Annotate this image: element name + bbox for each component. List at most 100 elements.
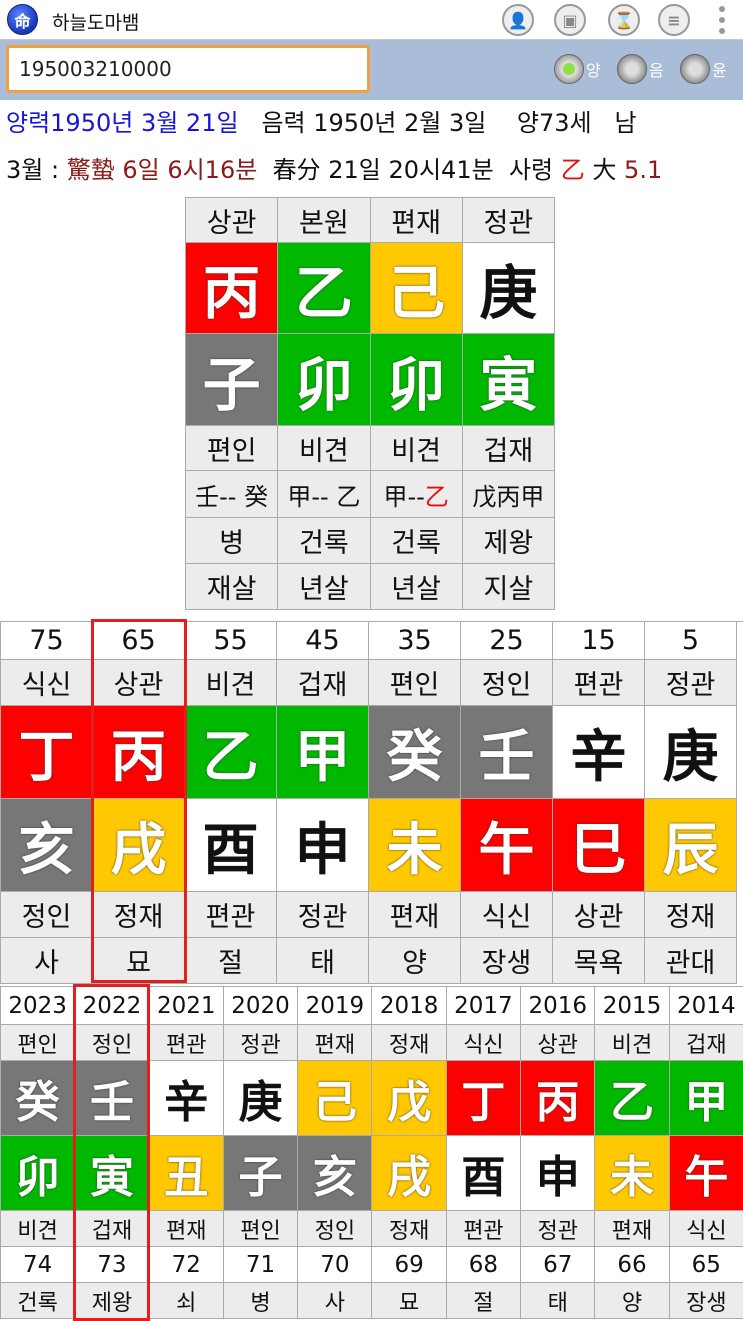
radio-solar[interactable]: 양 bbox=[554, 54, 601, 84]
sewoon-years-0[interactable]: 2023 bbox=[1, 987, 76, 1025]
sewoon-stems-1[interactable]: 壬 bbox=[75, 1061, 150, 1136]
sewoon-branches-3[interactable]: 子 bbox=[223, 1136, 299, 1211]
sewoon-bottom_labels-6: 편관 bbox=[446, 1211, 522, 1247]
saju-branches-0[interactable]: 子 bbox=[186, 334, 279, 426]
sewoon-branches-2-text: 丑 bbox=[164, 1152, 209, 1203]
daewoon-stages-4: 양 bbox=[369, 938, 461, 984]
daewoon-stems-1[interactable]: 丙 bbox=[93, 706, 185, 799]
sewoon-ages-2-text: 72 bbox=[171, 1251, 201, 1278]
radio-lunar[interactable]: 음 bbox=[617, 54, 664, 84]
sewoon-branches-6[interactable]: 酉 bbox=[446, 1136, 522, 1211]
sewoon-branches-4[interactable]: 亥 bbox=[298, 1136, 373, 1211]
sewoon-stems-5[interactable]: 戊 bbox=[372, 1061, 447, 1136]
daewoon-stems-7[interactable]: 庚 bbox=[645, 706, 737, 799]
sewoon-years-1[interactable]: 2022 bbox=[75, 987, 150, 1025]
saju-branches-2-text: 卯 bbox=[387, 350, 446, 419]
more-vert-icon[interactable] bbox=[714, 4, 730, 36]
sewoon-branches-7[interactable]: 申 bbox=[521, 1136, 596, 1211]
sewoon-stems-6[interactable]: 丁 bbox=[446, 1061, 522, 1136]
radio-leap[interactable]: 윤 bbox=[680, 54, 727, 84]
saryeong-label: 사령 bbox=[508, 156, 554, 184]
sewoon-years-5[interactable]: 2018 bbox=[372, 987, 447, 1025]
daewoon-stems-0[interactable]: 丁 bbox=[1, 706, 93, 799]
sewoon-top_labels-8-text: 비견 bbox=[611, 1032, 653, 1058]
saju-branches-1[interactable]: 卯 bbox=[278, 334, 371, 426]
daewoon-branches-5[interactable]: 午 bbox=[461, 799, 553, 892]
saju-branches-0-text: 子 bbox=[202, 350, 261, 419]
sewoon-years-7[interactable]: 2016 bbox=[521, 987, 596, 1025]
daewoon-ages-6[interactable]: 15 bbox=[553, 622, 645, 660]
sewoon-branches-8[interactable]: 未 bbox=[595, 1136, 670, 1211]
sewoon-branches-0[interactable]: 卯 bbox=[1, 1136, 76, 1211]
daewoon-branches-0[interactable]: 亥 bbox=[1, 799, 93, 892]
sewoon-top_labels-1: 정인 bbox=[75, 1025, 150, 1061]
daewoon-stems-3[interactable]: 甲 bbox=[277, 706, 369, 799]
saju-branches-3[interactable]: 寅 bbox=[462, 334, 555, 426]
daewoon-branches-6[interactable]: 巳 bbox=[553, 799, 645, 892]
sewoon-branches-1[interactable]: 寅 bbox=[75, 1136, 150, 1211]
sewoon-stages-6: 절 bbox=[446, 1283, 522, 1319]
add-person-icon[interactable]: 👤 bbox=[502, 4, 534, 36]
daewoon-branches-7[interactable]: 辰 bbox=[645, 799, 737, 892]
daewoon-stems-4[interactable]: 癸 bbox=[369, 706, 461, 799]
daewoon-branches-2[interactable]: 酉 bbox=[185, 799, 277, 892]
daewoon-branches-7-text: 辰 bbox=[662, 816, 719, 883]
sewoon-ages-0: 74 bbox=[1, 1247, 76, 1283]
sewoon-branches-9[interactable]: 午 bbox=[669, 1136, 743, 1211]
saju-branches-2[interactable]: 卯 bbox=[370, 334, 463, 426]
saju-stems-2[interactable]: 己 bbox=[370, 243, 463, 334]
daewoon-ages-0[interactable]: 75 bbox=[1, 622, 93, 660]
sewoon-years-6[interactable]: 2017 bbox=[446, 987, 522, 1025]
sewoon-stems-9[interactable]: 甲 bbox=[669, 1061, 743, 1136]
daewoon-ages-5[interactable]: 25 bbox=[461, 622, 553, 660]
database-icon[interactable]: ≡ bbox=[658, 4, 690, 36]
sewoon-years-3[interactable]: 2020 bbox=[223, 987, 299, 1025]
save-icon[interactable]: ▣ bbox=[554, 4, 586, 36]
sewoon-stems-3[interactable]: 庚 bbox=[223, 1061, 299, 1136]
saju-stems-1[interactable]: 乙 bbox=[278, 243, 371, 334]
sewoon-stages-0-text: 건록 bbox=[17, 1290, 58, 1316]
birth-datetime-input[interactable] bbox=[6, 45, 370, 93]
daewoon-ages-1[interactable]: 65 bbox=[93, 622, 185, 660]
saju-spirits-2: 년살 bbox=[370, 564, 463, 610]
sewoon-stages-3: 병 bbox=[223, 1283, 299, 1319]
daewoon-bottom_labels-5-text: 식신 bbox=[481, 902, 532, 933]
sewoon-years-8[interactable]: 2015 bbox=[595, 987, 670, 1025]
daewoon-ages-4[interactable]: 35 bbox=[369, 622, 461, 660]
saju-stems-0[interactable]: 丙 bbox=[186, 243, 279, 334]
saju-stages-2: 건록 bbox=[370, 518, 463, 564]
saju-stems-3[interactable]: 庚 bbox=[462, 243, 555, 334]
daewoon-stages-6-text: 목욕 bbox=[573, 948, 624, 979]
daewoon-ages-3[interactable]: 45 bbox=[277, 622, 369, 660]
sewoon-years-2[interactable]: 2021 bbox=[149, 987, 224, 1025]
solar-term-1: 驚蟄 6일 6시16분 bbox=[66, 156, 258, 184]
sewoon-stems-4[interactable]: 己 bbox=[298, 1061, 373, 1136]
sewoon-ages-9-text: 65 bbox=[691, 1251, 721, 1278]
sewoon-stems-6-text: 丁 bbox=[461, 1077, 506, 1128]
radio-lunar-indicator[interactable] bbox=[617, 54, 647, 84]
daewoon-stems-2[interactable]: 乙 bbox=[185, 706, 277, 799]
sewoon-stems-7[interactable]: 丙 bbox=[521, 1061, 596, 1136]
daewoon-stems-6[interactable]: 辛 bbox=[553, 706, 645, 799]
daewoon-ages-7[interactable]: 5 bbox=[645, 622, 737, 660]
sewoon-years-4[interactable]: 2019 bbox=[298, 987, 373, 1025]
radio-leap-indicator[interactable] bbox=[680, 54, 710, 84]
daewoon-branches-4[interactable]: 未 bbox=[369, 799, 461, 892]
daewoon-stems-1-text: 丙 bbox=[110, 723, 167, 790]
sewoon-branches-1-text: 寅 bbox=[89, 1152, 134, 1203]
sewoon-years-9[interactable]: 2014 bbox=[669, 987, 743, 1025]
daewoon-bottom_labels-2: 편관 bbox=[185, 892, 277, 938]
sewoon-branches-5[interactable]: 戌 bbox=[372, 1136, 447, 1211]
sewoon-stems-0[interactable]: 癸 bbox=[1, 1061, 76, 1136]
sewoon-stems-8[interactable]: 乙 bbox=[595, 1061, 670, 1136]
daewoon-branches-3[interactable]: 申 bbox=[277, 799, 369, 892]
hourglass-icon[interactable]: ⌛ bbox=[608, 4, 640, 36]
sewoon-branches-2[interactable]: 丑 bbox=[149, 1136, 224, 1211]
saju-branches-1-text: 卯 bbox=[294, 350, 353, 419]
daewoon-stems-5[interactable]: 壬 bbox=[461, 706, 553, 799]
sewoon-stems-2[interactable]: 辛 bbox=[149, 1061, 224, 1136]
sewoon-stages-1-text: 제왕 bbox=[91, 1290, 133, 1316]
daewoon-ages-2[interactable]: 55 bbox=[185, 622, 277, 660]
daewoon-branches-1[interactable]: 戌 bbox=[93, 799, 185, 892]
radio-solar-indicator[interactable] bbox=[554, 54, 584, 84]
